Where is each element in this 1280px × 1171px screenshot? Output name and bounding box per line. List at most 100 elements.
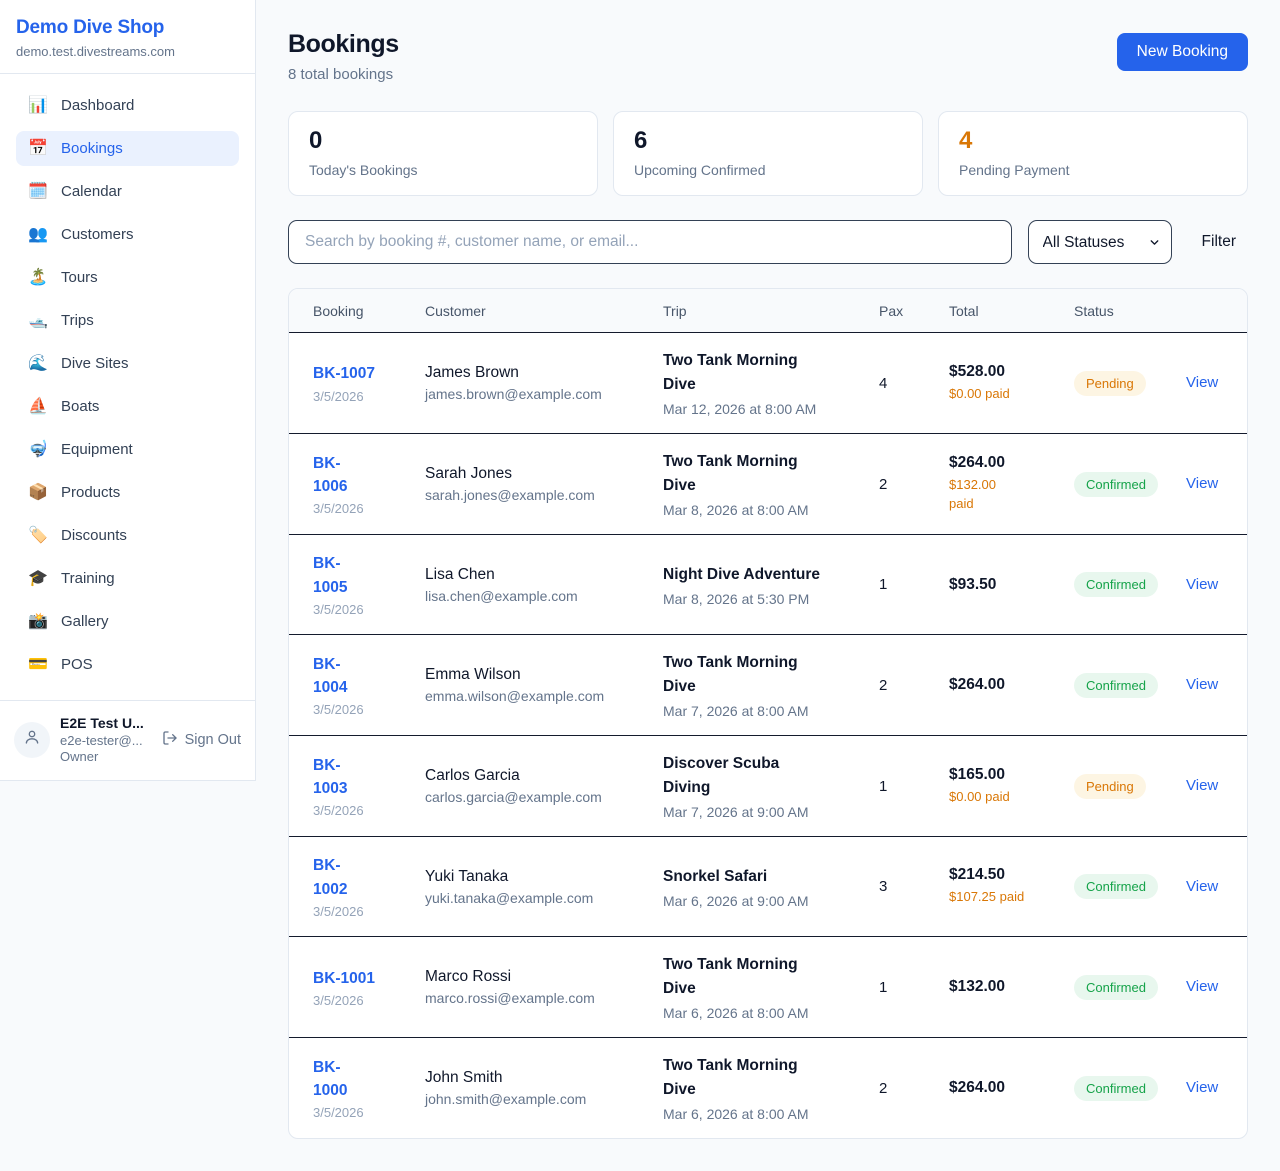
page-subtitle: 8 total bookings bbox=[288, 66, 399, 83]
status-select[interactable]: All Statuses bbox=[1029, 221, 1171, 263]
user-name: E2E Test U... bbox=[60, 715, 152, 731]
booking-date: 3/5/2026 bbox=[313, 993, 411, 1008]
column-header-total: Total bbox=[949, 303, 1074, 319]
trip-datetime: Mar 6, 2026 at 8:00 AM bbox=[663, 1005, 865, 1021]
status-cell: Pending bbox=[1074, 774, 1186, 799]
customer-cell: Yuki Tanaka yuki.tanaka@example.com bbox=[425, 868, 663, 906]
sidebar-item-tours[interactable]: 🏝️ Tours bbox=[16, 260, 239, 295]
logout-icon bbox=[162, 730, 178, 750]
stat-card: 4 Pending Payment bbox=[938, 111, 1248, 196]
diving-mask-icon: 🤿 bbox=[28, 442, 48, 458]
column-header-customer: Customer bbox=[425, 303, 663, 319]
main-content: Bookings 8 total bookings New Booking 0 … bbox=[256, 0, 1280, 1171]
view-link[interactable]: View bbox=[1186, 374, 1218, 391]
sidebar-item-boats[interactable]: ⛵ Boats bbox=[16, 389, 239, 424]
booking-cell: BK- 1005 3/5/2026 bbox=[313, 552, 425, 617]
paid-amount: $0.00 paid bbox=[949, 788, 1060, 807]
filter-button[interactable]: Filter bbox=[1190, 225, 1248, 259]
customer-name: Marco Rossi bbox=[425, 968, 649, 986]
graduation-cap-icon: 🎓 bbox=[28, 571, 48, 587]
booking-cell: BK- 1003 3/5/2026 bbox=[313, 754, 425, 819]
booking-id-link[interactable]: BK-1007 bbox=[313, 362, 411, 385]
sidebar-item-calendar[interactable]: 🗓️ Calendar bbox=[16, 174, 239, 209]
customer-email: john.smith@example.com bbox=[425, 1091, 649, 1107]
view-link[interactable]: View bbox=[1186, 1079, 1218, 1096]
trip-cell: Two Tank Morning Dive Mar 12, 2026 at 8:… bbox=[663, 349, 879, 417]
status-badge: Confirmed bbox=[1074, 1076, 1158, 1101]
booking-id-link[interactable]: BK- 1003 bbox=[313, 754, 411, 801]
table-row: BK-1001 3/5/2026 Marco Rossi marco.rossi… bbox=[289, 937, 1247, 1038]
customer-email: emma.wilson@example.com bbox=[425, 688, 649, 704]
sidebar-item-label: Equipment bbox=[61, 441, 133, 458]
sidebar-item-customers[interactable]: 👥 Customers bbox=[16, 217, 239, 252]
trip-datetime: Mar 8, 2026 at 8:00 AM bbox=[663, 502, 865, 518]
sidebar-item-dashboard[interactable]: 📊 Dashboard bbox=[16, 88, 239, 123]
status-cell: Confirmed bbox=[1074, 572, 1186, 597]
total-cell: $264.00 bbox=[949, 1079, 1074, 1097]
table-header-row: Booking Customer Trip Pax Total Status bbox=[289, 289, 1247, 333]
status-cell: Confirmed bbox=[1074, 874, 1186, 899]
table-row: BK- 1000 3/5/2026 John Smith john.smith@… bbox=[289, 1038, 1247, 1138]
sign-out-button[interactable]: Sign Out bbox=[162, 730, 241, 750]
view-link[interactable]: View bbox=[1186, 576, 1218, 593]
stat-card: 6 Upcoming Confirmed bbox=[613, 111, 923, 196]
status-cell: Pending bbox=[1074, 371, 1186, 396]
sidebar-item-equipment[interactable]: 🤿 Equipment bbox=[16, 432, 239, 467]
sidebar-item-gallery[interactable]: 📸 Gallery bbox=[16, 604, 239, 639]
search-input[interactable] bbox=[288, 220, 1012, 264]
total-cell: $214.50 $107.25 paid bbox=[949, 866, 1074, 907]
trip-name: Two Tank Morning Dive bbox=[663, 1054, 865, 1102]
booking-date: 3/5/2026 bbox=[313, 389, 411, 404]
sidebar-item-training[interactable]: 🎓 Training bbox=[16, 561, 239, 596]
booking-id-link[interactable]: BK- 1002 bbox=[313, 854, 411, 901]
column-header-pax: Pax bbox=[879, 303, 949, 319]
sailboat-icon: ⛵ bbox=[28, 399, 48, 415]
user-role: Owner bbox=[60, 749, 152, 764]
sidebar-nav: 📊 Dashboard 📅 Bookings 🗓️ Calendar 👥 Cus… bbox=[0, 74, 255, 700]
status-badge: Pending bbox=[1074, 774, 1146, 799]
trip-name: Night Dive Adventure bbox=[663, 563, 865, 587]
booking-date: 3/5/2026 bbox=[313, 501, 411, 516]
sidebar-item-label: Training bbox=[61, 570, 115, 587]
view-link[interactable]: View bbox=[1186, 978, 1218, 995]
booking-cell: BK- 1004 3/5/2026 bbox=[313, 653, 425, 718]
booking-id-link[interactable]: BK- 1006 bbox=[313, 452, 411, 499]
booking-id-link[interactable]: BK- 1000 bbox=[313, 1056, 411, 1103]
view-link[interactable]: View bbox=[1186, 878, 1218, 895]
sidebar-item-products[interactable]: 📦 Products bbox=[16, 475, 239, 510]
trip-cell: Two Tank Morning Dive Mar 7, 2026 at 8:0… bbox=[663, 651, 879, 719]
new-booking-button[interactable]: New Booking bbox=[1117, 33, 1248, 71]
stat-label: Pending Payment bbox=[959, 162, 1227, 178]
table-row: BK- 1006 3/5/2026 Sarah Jones sarah.jone… bbox=[289, 434, 1247, 535]
booking-cell: BK- 1002 3/5/2026 bbox=[313, 854, 425, 919]
sidebar-item-bookings[interactable]: 📅 Bookings bbox=[16, 131, 239, 166]
sidebar-item-pos[interactable]: 💳 POS bbox=[16, 647, 239, 682]
actions-cell: View bbox=[1186, 374, 1232, 392]
view-link[interactable]: View bbox=[1186, 777, 1218, 794]
trip-cell: Discover Scuba Diving Mar 7, 2026 at 9:0… bbox=[663, 752, 879, 820]
sidebar-item-label: Customers bbox=[61, 226, 134, 243]
view-link[interactable]: View bbox=[1186, 475, 1218, 492]
customer-email: carlos.garcia@example.com bbox=[425, 789, 649, 805]
spiral-calendar-icon: 🗓️ bbox=[28, 184, 48, 200]
paid-amount: $107.25 paid bbox=[949, 888, 1060, 907]
sidebar-item-dive-sites[interactable]: 🌊 Dive Sites bbox=[16, 346, 239, 381]
status-cell: Confirmed bbox=[1074, 673, 1186, 698]
actions-cell: View bbox=[1186, 475, 1232, 493]
total-cell: $264.00 $132.00 paid bbox=[949, 454, 1074, 514]
bar-chart-icon: 📊 bbox=[28, 98, 48, 114]
trip-cell: Two Tank Morning Dive Mar 6, 2026 at 8:0… bbox=[663, 1054, 879, 1122]
total-amount: $132.00 bbox=[949, 978, 1060, 996]
status-badge: Confirmed bbox=[1074, 975, 1158, 1000]
trip-name: Snorkel Safari bbox=[663, 865, 865, 889]
sidebar-item-discounts[interactable]: 🏷️ Discounts bbox=[16, 518, 239, 553]
trip-cell: Two Tank Morning Dive Mar 8, 2026 at 8:0… bbox=[663, 450, 879, 518]
sidebar-item-trips[interactable]: 🛥️ Trips bbox=[16, 303, 239, 338]
user-email: e2e-tester@... bbox=[60, 733, 152, 748]
stat-label: Upcoming Confirmed bbox=[634, 162, 902, 178]
view-link[interactable]: View bbox=[1186, 676, 1218, 693]
status-badge: Confirmed bbox=[1074, 572, 1158, 597]
booking-id-link[interactable]: BK- 1005 bbox=[313, 552, 411, 599]
booking-id-link[interactable]: BK-1001 bbox=[313, 967, 411, 990]
booking-id-link[interactable]: BK- 1004 bbox=[313, 653, 411, 700]
